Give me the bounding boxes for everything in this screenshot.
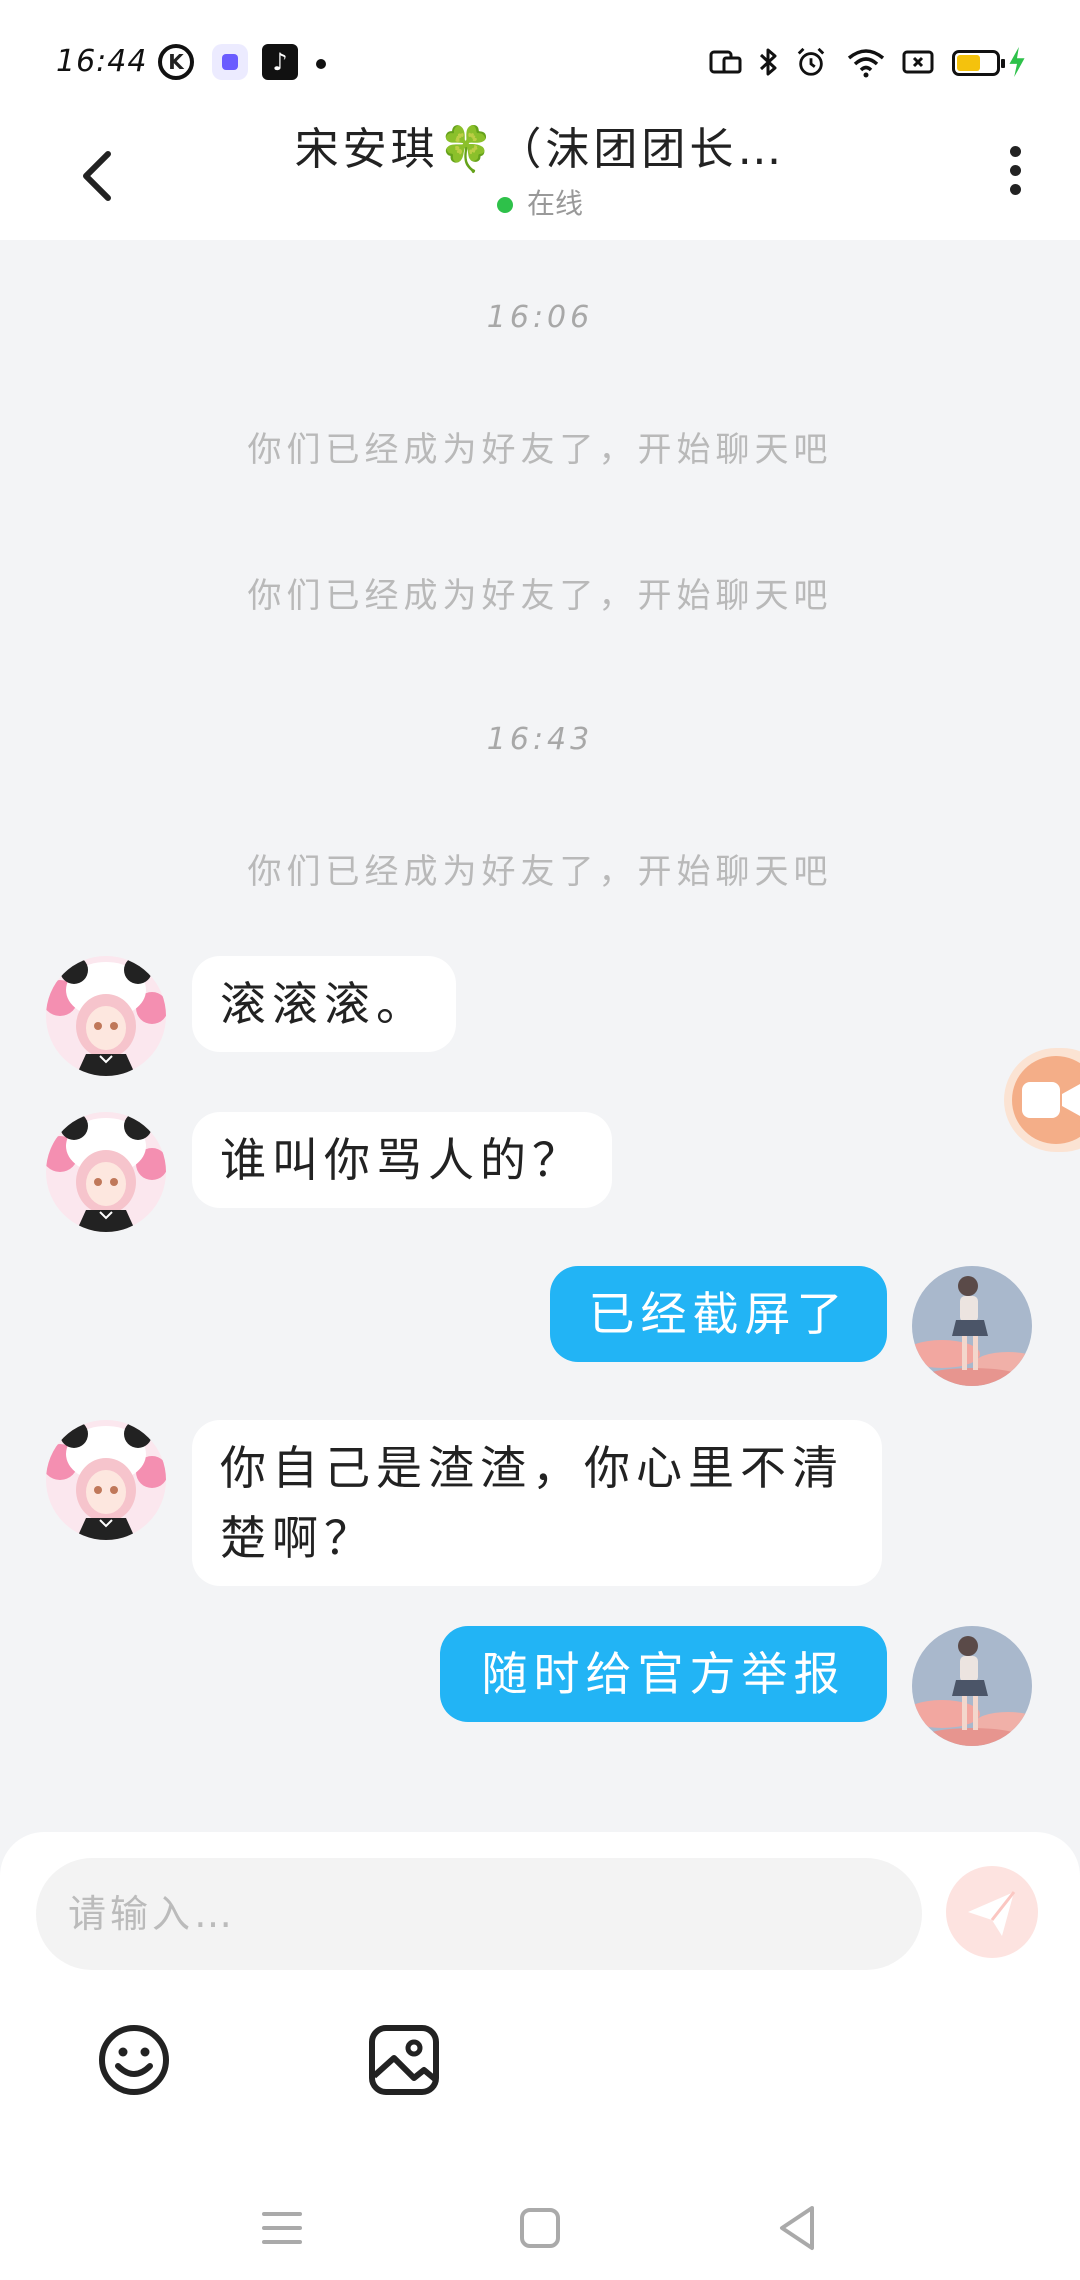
battery-icon bbox=[952, 50, 1005, 76]
contact-avatar[interactable] bbox=[46, 1420, 166, 1540]
menu-icon bbox=[262, 2212, 302, 2244]
chat-header: 宋安琪🍀（沫团团长… 在线 bbox=[0, 120, 1080, 240]
message-line: 你自己是渣渣，你心里不清 bbox=[220, 1441, 844, 1495]
emoji-icon bbox=[99, 2025, 169, 2095]
wifi-icon bbox=[847, 49, 885, 78]
timestamp: 16:06 bbox=[486, 300, 594, 335]
message-bubble-outgoing[interactable]: 随时给官方举报 bbox=[440, 1626, 887, 1722]
online-status: 在线 bbox=[0, 182, 1080, 222]
message-input[interactable] bbox=[36, 1858, 922, 1970]
charging-icon bbox=[1009, 46, 1025, 78]
back-triangle-icon bbox=[780, 2206, 814, 2250]
chat-title[interactable]: 宋安琪🍀（沫团团长… bbox=[270, 120, 810, 180]
emoji-button[interactable] bbox=[96, 2022, 172, 2098]
more-options-button[interactable] bbox=[995, 140, 1035, 210]
alarm-icon bbox=[797, 47, 825, 76]
send-icon bbox=[968, 1891, 1016, 1936]
message-list[interactable]: 16:06 你们已经成为好友了，开始聊天吧 你们已经成为好友了，开始聊天吧 16… bbox=[0, 240, 1080, 1830]
system-message: 你们已经成为好友了，开始聊天吧 bbox=[247, 576, 833, 616]
home-icon bbox=[520, 2208, 560, 2248]
message-bubble-outgoing[interactable]: 已经截屏了 bbox=[550, 1266, 887, 1362]
contact-avatar[interactable] bbox=[46, 1112, 166, 1232]
bluetooth-icon bbox=[759, 48, 777, 76]
message-bubble-incoming[interactable]: 谁叫你骂人的？ bbox=[192, 1112, 612, 1208]
menu-button[interactable] bbox=[252, 2198, 312, 2258]
status-bar: 16:44 K ♪ bbox=[0, 0, 1080, 120]
back-nav-button[interactable] bbox=[768, 2198, 828, 2258]
home-button[interactable] bbox=[510, 2198, 570, 2258]
online-status-label: 在线 bbox=[526, 187, 583, 220]
tiktok-icon: ♪ bbox=[262, 44, 298, 80]
video-call-icon bbox=[1022, 1082, 1080, 1118]
my-avatar[interactable] bbox=[912, 1626, 1032, 1746]
more-vertical-icon bbox=[995, 146, 1035, 195]
send-button[interactable] bbox=[946, 1866, 1038, 1958]
image-icon bbox=[369, 2025, 439, 2095]
system-message: 你们已经成为好友了，开始聊天吧 bbox=[247, 430, 833, 470]
status-time: 16:44 bbox=[56, 44, 148, 79]
system-nav-bar bbox=[0, 2170, 1080, 2280]
kuaishou-k-icon: K bbox=[158, 44, 194, 80]
system-message: 你们已经成为好友了，开始聊天吧 bbox=[247, 852, 833, 892]
contact-avatar[interactable] bbox=[46, 956, 166, 1076]
message-bubble-incoming[interactable]: 你自己是渣渣，你心里不清 楚啊？ bbox=[192, 1420, 882, 1586]
message-line: 楚啊？ bbox=[220, 1511, 376, 1565]
my-avatar[interactable] bbox=[912, 1266, 1032, 1386]
screen-cast-icon bbox=[709, 50, 742, 74]
timestamp: 16:43 bbox=[486, 722, 594, 757]
message-bubble-incoming[interactable]: 滚滚滚。 bbox=[192, 956, 456, 1052]
online-dot-icon bbox=[496, 197, 513, 213]
notification-dot bbox=[316, 59, 326, 69]
image-button[interactable] bbox=[366, 2022, 442, 2098]
battery-level bbox=[957, 55, 980, 71]
purple-app-icon bbox=[212, 44, 248, 80]
sim-icon bbox=[902, 50, 934, 74]
